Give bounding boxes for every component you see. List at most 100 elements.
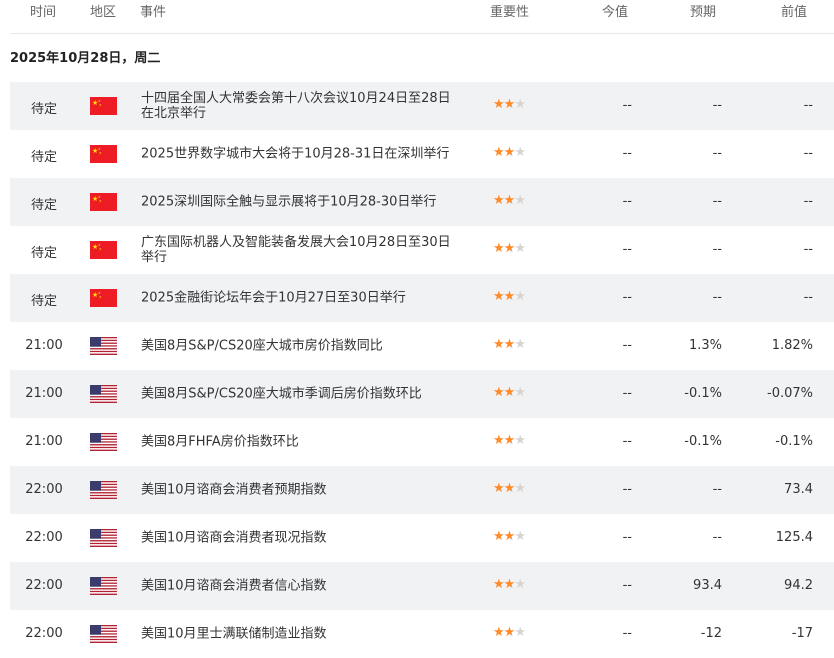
star-icon: ★ (514, 385, 526, 400)
event-time: 22:00 (25, 530, 63, 545)
actual-value: -- (622, 386, 632, 401)
us-flag-icon (90, 385, 117, 403)
table-row[interactable]: 22:00 美国10月谘商会消费者信心指数 ★★★ -- 93.4 94.2 (10, 562, 834, 610)
forecast-value: -- (712, 98, 722, 113)
star-icon: ★ (503, 433, 516, 448)
actual-value: -- (622, 146, 632, 161)
event-time: 待定 (30, 102, 57, 117)
header-importance: 重要性 (490, 5, 530, 20)
event-title[interactable]: 2025世界数字城市大会将于10月28-31日在深圳举行 (141, 147, 461, 162)
importance-stars: ★★★ (493, 97, 526, 112)
event-title[interactable]: 2025金融街论坛年会于10月27日至30日举行 (141, 291, 461, 306)
star-icon: ★ (514, 577, 526, 592)
event-title[interactable]: 2025深圳国际全触与显示展将于10月28-30日举行 (141, 195, 461, 210)
event-time: 待定 (30, 294, 57, 309)
star-icon: ★ (503, 481, 516, 496)
star-icon: ★ (514, 529, 526, 544)
table-row[interactable]: 22:00 美国10月谘商会消费者预期指数 ★★★ -- -- 73.4 (10, 466, 834, 514)
star-icon: ★ (493, 289, 505, 304)
star-icon: ★ (514, 289, 526, 304)
importance-stars: ★★★ (493, 481, 526, 496)
actual-value: -- (622, 98, 632, 113)
us-flag-icon (90, 577, 117, 595)
event-title[interactable]: 美国8月S&P/CS20座大城市房价指数同比 (141, 339, 461, 354)
table-row[interactable]: 待定 ★ ★ ★ 2025金融街论坛年会于10月27日至30日举行 ★★★ -- -… (10, 274, 834, 322)
star-icon: ★ (493, 529, 505, 544)
event-time: 22:00 (25, 578, 63, 593)
importance-stars: ★★★ (493, 337, 526, 352)
forecast-value: 1.3% (688, 338, 722, 353)
actual-value: -- (622, 530, 632, 545)
importance-stars: ★★★ (493, 241, 526, 256)
china-flag-icon: ★ ★ ★ (90, 241, 117, 259)
star-icon: ★ (514, 145, 526, 160)
forecast-value: -- (712, 194, 722, 209)
importance-stars: ★★★ (493, 385, 526, 400)
table-row[interactable]: 待定 ★ ★ ★ 广东国际机器人及智能装备发展大会10月28日至30日举行 ★★★ … (10, 226, 834, 274)
forecast-value: -0.1% (684, 386, 722, 401)
event-time: 22:00 (25, 626, 63, 641)
forecast-value: -- (712, 242, 722, 257)
china-flag-icon: ★ ★ ★ (90, 145, 117, 163)
actual-value: -- (622, 242, 632, 257)
star-icon: ★ (514, 241, 526, 256)
previous-value: -- (803, 290, 813, 305)
event-title[interactable]: 美国10月里士满联储制造业指数 (141, 627, 461, 642)
star-icon: ★ (514, 337, 526, 352)
china-flag-icon: ★ ★ ★ (90, 289, 117, 307)
star-icon: ★ (514, 625, 526, 640)
header-event: 事件 (140, 5, 167, 20)
event-title[interactable]: 美国8月FHFA房价指数环比 (141, 435, 461, 450)
table-row[interactable]: 22:00 美国10月谘商会消费者现况指数 ★★★ -- -- 125.4 (10, 514, 834, 562)
event-time: 21:00 (25, 338, 63, 353)
previous-value: 1.82% (771, 338, 813, 353)
us-flag-icon (90, 433, 117, 451)
star-icon: ★ (514, 193, 526, 208)
previous-value: -- (803, 146, 813, 161)
us-flag-icon (90, 481, 117, 499)
table-row[interactable]: 待定 ★ ★ ★ 2025深圳国际全触与显示展将于10月28-30日举行 ★★★ -… (10, 178, 834, 226)
previous-value: -0.07% (767, 386, 813, 401)
actual-value: -- (622, 338, 632, 353)
event-title[interactable]: 十四届全国人大常委会第十八次会议10月24日至28日在北京举行 (141, 91, 461, 121)
us-flag-icon (90, 625, 117, 643)
event-title[interactable]: 美国8月S&P/CS20座大城市季调后房价指数环比 (141, 387, 461, 402)
date-heading: 2025年10月28日，周二 (10, 51, 161, 66)
event-time: 21:00 (25, 386, 63, 401)
table-row[interactable]: 待定 ★ ★ ★ 2025世界数字城市大会将于10月28-31日在深圳举行 ★★★ … (10, 130, 834, 178)
star-icon: ★ (493, 433, 505, 448)
star-icon: ★ (503, 625, 516, 640)
table-row[interactable]: 21:00 美国8月S&P/CS20座大城市房价指数同比 ★★★ -- 1.3%… (10, 322, 834, 370)
actual-value: -- (622, 482, 632, 497)
previous-value: 125.4 (775, 530, 813, 545)
star-icon: ★ (493, 625, 505, 640)
forecast-value: -- (712, 482, 722, 497)
forecast-value: -- (712, 290, 722, 305)
event-title[interactable]: 广东国际机器人及智能装备发展大会10月28日至30日举行 (141, 235, 461, 265)
previous-value: -17 (791, 626, 813, 641)
star-icon: ★ (503, 337, 516, 352)
star-icon: ★ (503, 193, 516, 208)
star-icon: ★ (493, 337, 505, 352)
china-flag-icon: ★ ★ ★ (90, 193, 117, 211)
forecast-value: -- (712, 530, 722, 545)
event-time: 待定 (30, 198, 57, 213)
star-icon: ★ (493, 385, 505, 400)
svg-text:★: ★ (99, 199, 102, 203)
header-forecast: 预期 (690, 5, 717, 20)
importance-stars: ★★★ (493, 289, 526, 304)
actual-value: -- (622, 578, 632, 593)
table-row[interactable]: 21:00 美国8月FHFA房价指数环比 ★★★ -- -0.1% -0.1% (10, 418, 834, 466)
event-title[interactable]: 美国10月谘商会消费者信心指数 (141, 579, 461, 594)
event-title[interactable]: 美国10月谘商会消费者预期指数 (141, 483, 461, 498)
table-row[interactable]: 21:00 美国8月S&P/CS20座大城市季调后房价指数环比 ★★★ -- -… (10, 370, 834, 418)
star-icon: ★ (493, 145, 505, 160)
star-icon: ★ (493, 577, 505, 592)
forecast-value: 93.4 (693, 578, 722, 593)
importance-stars: ★★★ (493, 193, 526, 208)
star-icon: ★ (503, 289, 516, 304)
event-title[interactable]: 美国10月谘商会消费者现况指数 (141, 531, 461, 546)
table-row[interactable]: 待定 ★ ★ ★ 十四届全国人大常委会第十八次会议10月24日至28日在北京举行 ★… (10, 82, 834, 130)
previous-value: -- (803, 194, 813, 209)
star-icon: ★ (493, 193, 505, 208)
